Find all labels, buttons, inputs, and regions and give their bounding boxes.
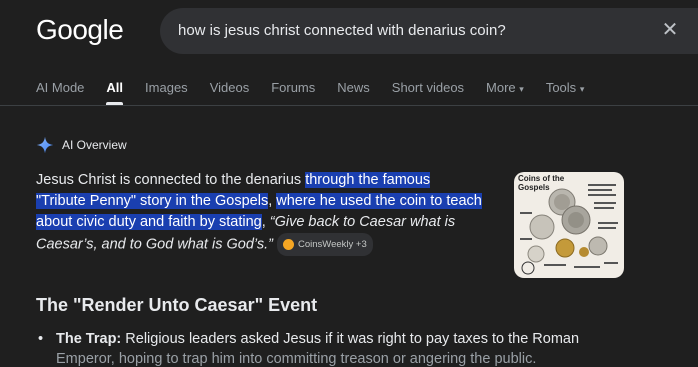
bullet-text: Religious leaders asked Jesus if it was … bbox=[121, 331, 580, 347]
sparkle-icon bbox=[36, 136, 54, 154]
coins-illustration bbox=[520, 184, 618, 275]
tab-more[interactable]: More ▾ bbox=[486, 80, 524, 106]
tab-all[interactable]: All bbox=[106, 80, 123, 106]
ai-overview-header: AI Overview bbox=[36, 136, 127, 154]
search-input[interactable]: how is jesus christ connected with denar… bbox=[178, 22, 506, 39]
source-chip-label: CoinsWeekly +3 bbox=[298, 239, 367, 250]
overview-highlight-2[interactable]: "Tribute Penny" story in the Gospels bbox=[36, 193, 269, 209]
tab-ai-mode[interactable]: AI Mode bbox=[36, 80, 84, 106]
tab-short-videos[interactable]: Short videos bbox=[392, 80, 464, 106]
tab-tools-label: Tools bbox=[545, 80, 577, 95]
coinsweekly-icon bbox=[283, 239, 294, 250]
close-icon[interactable]: ✕ bbox=[660, 20, 680, 40]
search-box[interactable]: how is jesus christ connected with denar… bbox=[160, 8, 698, 54]
google-logo[interactable]: Google bbox=[36, 14, 124, 46]
overview-thumbnail[interactable]: Coins of the Gospels bbox=[514, 172, 624, 278]
ai-overview-label: AI Overview bbox=[62, 138, 127, 152]
tab-more-label: More bbox=[486, 80, 516, 95]
overview-plain-3: , bbox=[261, 214, 270, 230]
tab-news[interactable]: News bbox=[337, 80, 370, 106]
tab-images[interactable]: Images bbox=[145, 80, 188, 106]
overview-plain-1: Jesus Christ is connected to the denariu… bbox=[36, 172, 306, 188]
search-tabs: AI Mode All Images Videos Forums News Sh… bbox=[36, 80, 606, 106]
tab-videos[interactable]: Videos bbox=[210, 80, 250, 106]
bullet-label: The Trap: bbox=[56, 331, 122, 347]
section-heading: The "Render Unto Caesar" Event bbox=[36, 295, 318, 315]
header-divider bbox=[0, 105, 698, 106]
tab-tools[interactable]: Tools ▾ bbox=[546, 80, 585, 106]
chevron-down-icon: ▾ bbox=[579, 84, 585, 94]
chevron-down-icon: ▾ bbox=[519, 84, 524, 94]
source-chip[interactable]: CoinsWeekly +3 bbox=[277, 233, 373, 256]
overview-highlight-1[interactable]: through the famous bbox=[305, 172, 431, 188]
tab-forums[interactable]: Forums bbox=[271, 80, 315, 106]
ai-overview-text: Jesus Christ is connected to the denariu… bbox=[36, 170, 506, 256]
bullet-continuation: Emperor, hoping to trap him into committ… bbox=[56, 351, 537, 367]
list-item: The Trap: Religious leaders asked Jesus … bbox=[38, 331, 600, 347]
